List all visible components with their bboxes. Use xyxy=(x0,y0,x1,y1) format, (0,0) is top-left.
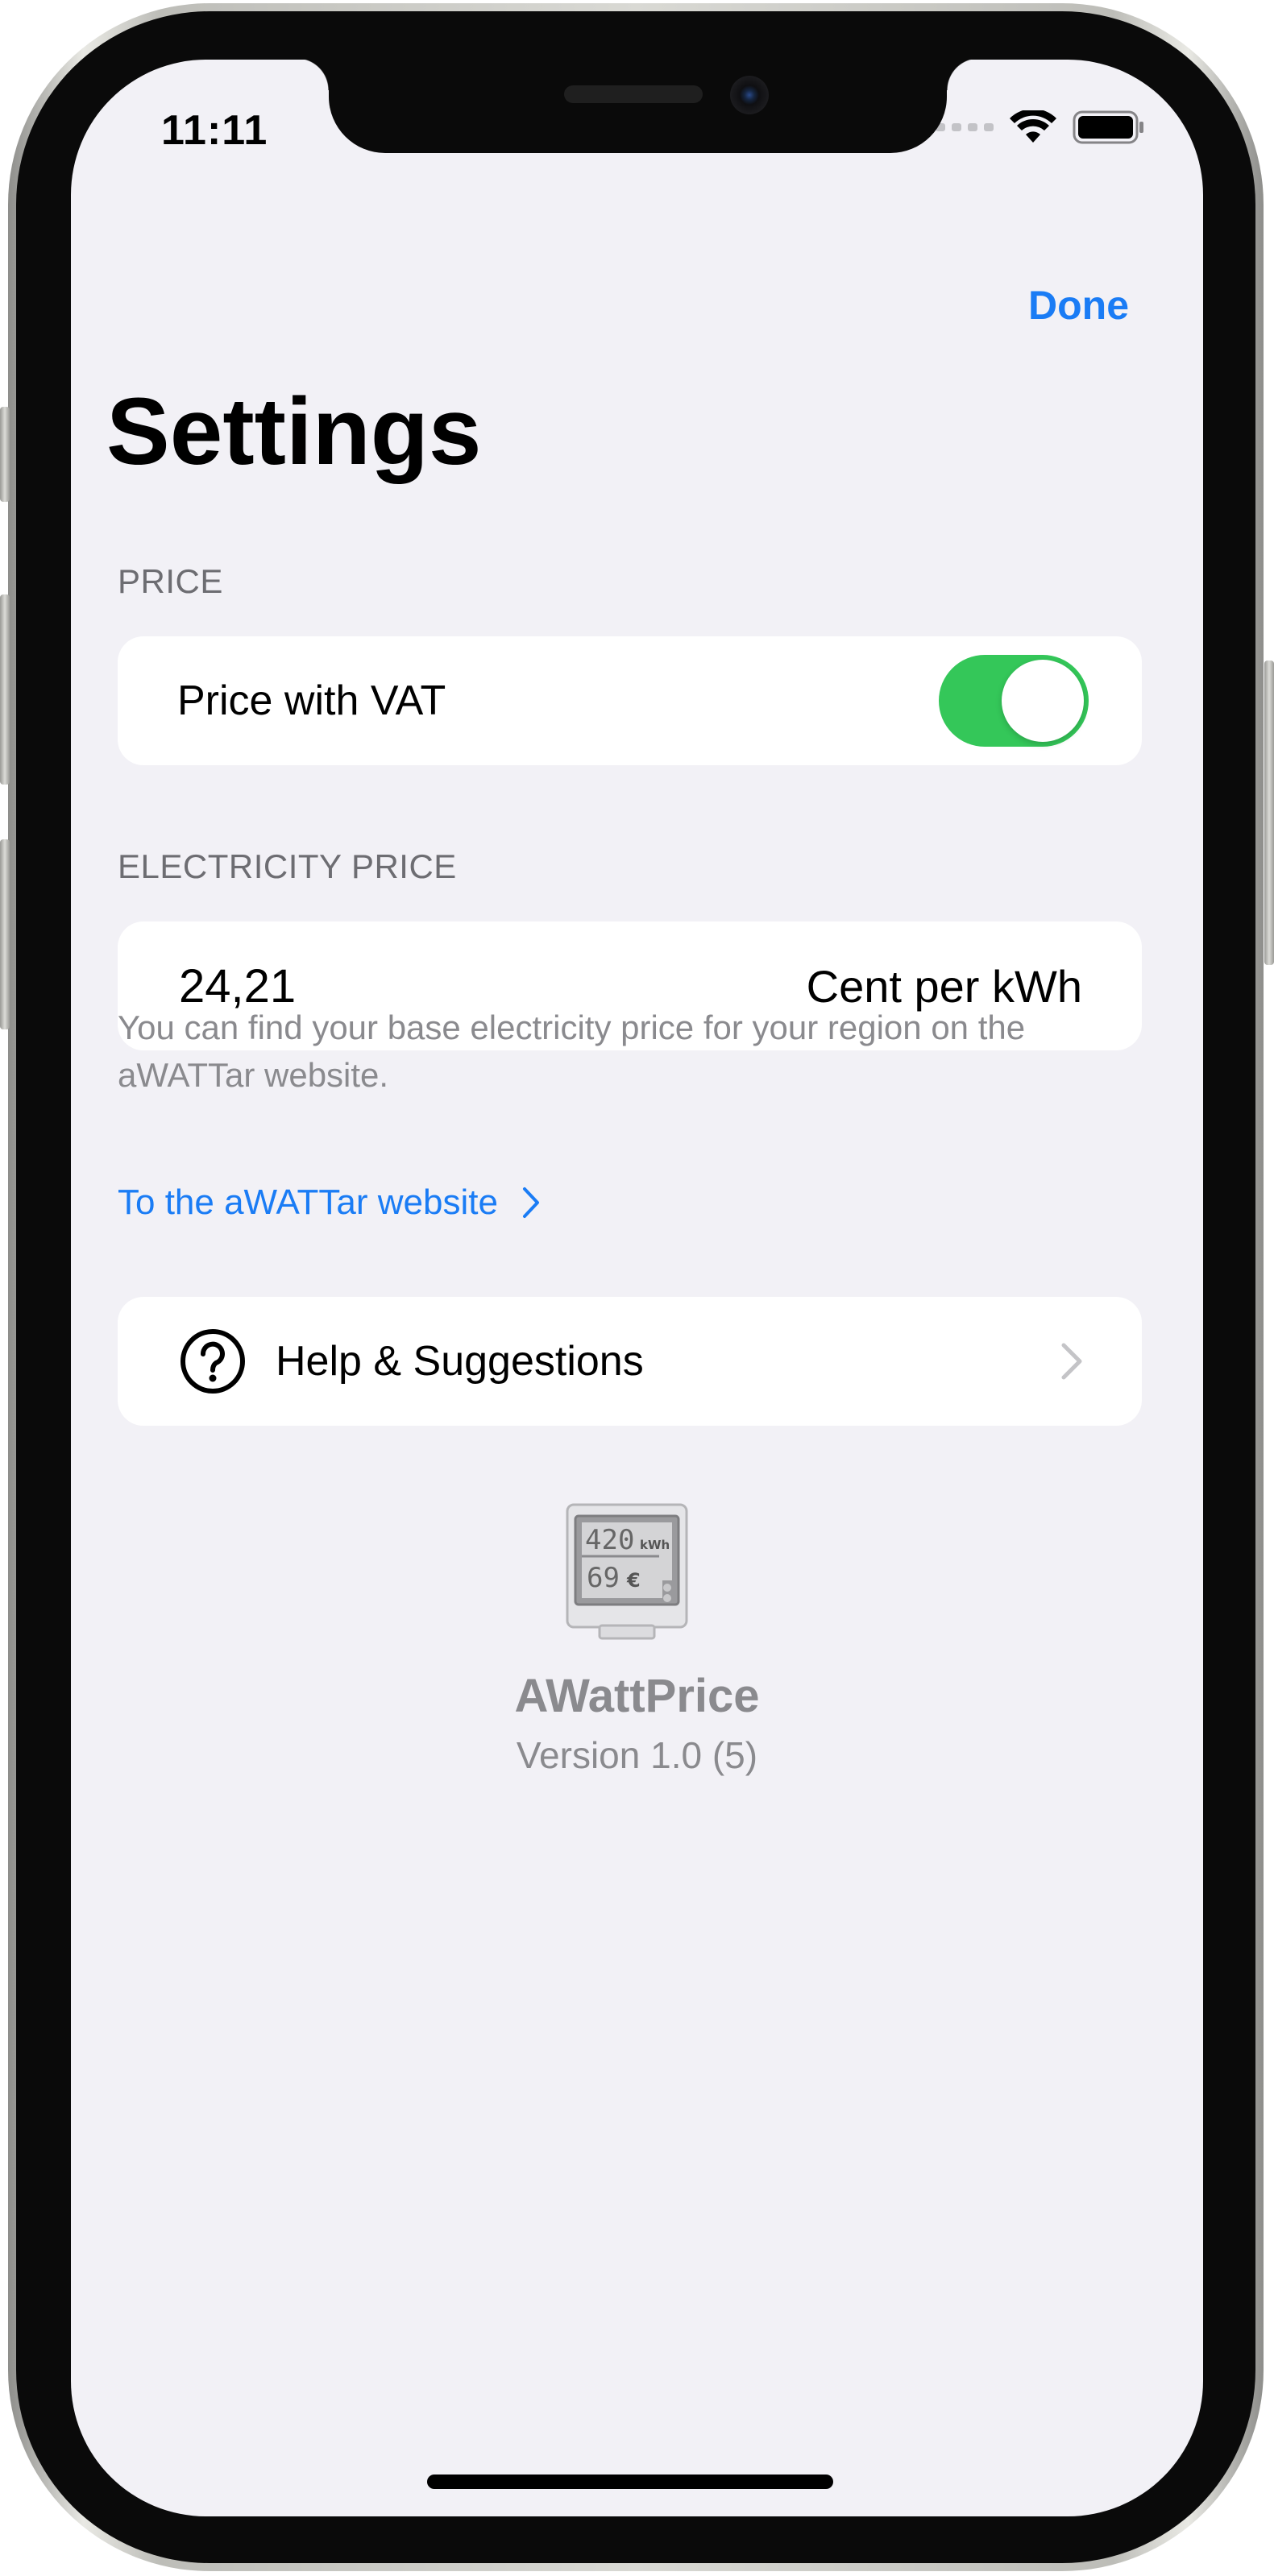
front-camera xyxy=(730,76,769,114)
meter-bottom-value: 69 xyxy=(587,1562,620,1594)
app-version: Version 1.0 (5) xyxy=(516,1734,758,1776)
wifi-icon xyxy=(1010,110,1056,143)
meter-app-icon: 420 kWh 69 € xyxy=(566,1503,688,1640)
battery-icon xyxy=(1073,110,1143,144)
power-button xyxy=(1264,661,1274,965)
toggle-knob xyxy=(1002,660,1084,742)
meter-top-unit: kWh xyxy=(640,1538,670,1552)
volume-down-button xyxy=(0,839,10,1029)
home-indicator[interactable] xyxy=(427,2475,833,2489)
app-name: AWattPrice xyxy=(514,1670,760,1722)
price-section-header: PRICE xyxy=(118,562,223,600)
electricity-section-header: ELECTRICITY PRICE xyxy=(118,847,457,885)
page-title: Settings xyxy=(106,379,482,485)
status-time: 11:11 xyxy=(161,107,268,154)
done-button[interactable]: Done xyxy=(1028,282,1129,329)
vat-toggle[interactable] xyxy=(939,655,1089,747)
silent-switch xyxy=(0,407,10,502)
status-icons xyxy=(936,110,1145,145)
question-circle-icon xyxy=(181,1329,245,1394)
signal-dots-icon xyxy=(936,123,994,131)
screen: 11:11 Done Settings PRICE Price with VAT… xyxy=(71,60,1203,2516)
meter-top-value: 420 xyxy=(585,1524,634,1556)
meter-bottom-unit: € xyxy=(626,1569,641,1592)
speaker-grille xyxy=(564,85,703,103)
vat-row: Price with VAT xyxy=(118,636,1142,765)
notch xyxy=(297,60,979,153)
electricity-footer-text: You can find your base electricity price… xyxy=(118,1008,1026,1094)
awattar-link-label: To the aWATTar website xyxy=(118,1182,498,1222)
chevron-right-icon xyxy=(1061,1343,1082,1380)
volume-up-button xyxy=(0,594,10,785)
help-suggestions-row[interactable]: Help & Suggestions xyxy=(118,1297,1142,1426)
chevron-right-icon xyxy=(522,1187,539,1218)
help-label: Help & Suggestions xyxy=(276,1338,644,1385)
vat-label: Price with VAT xyxy=(177,677,446,724)
awattar-website-link[interactable]: To the aWATTar website xyxy=(118,1182,540,1223)
